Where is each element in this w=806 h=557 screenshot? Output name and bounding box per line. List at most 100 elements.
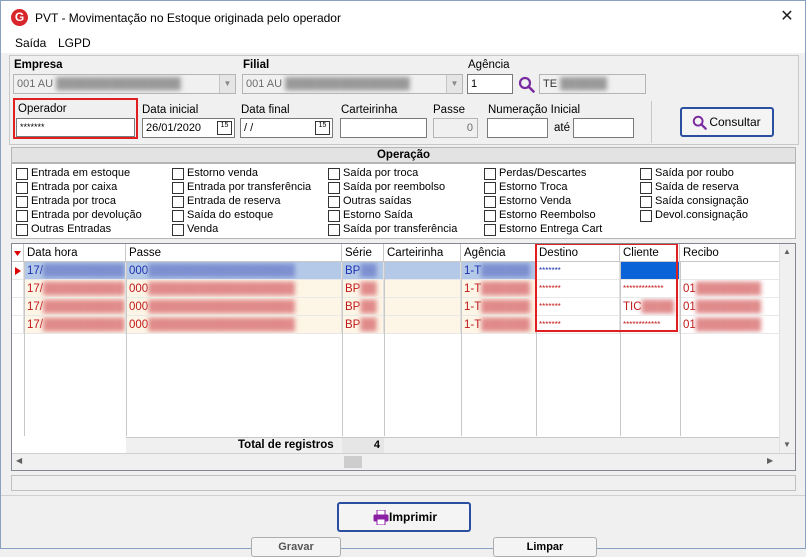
- numeracao-final-input[interactable]: [573, 118, 634, 138]
- cell-passe[interactable]: 000██████████████████: [126, 316, 342, 334]
- cell-serie[interactable]: BP██: [342, 262, 384, 280]
- gravar-button[interactable]: Gravar: [251, 537, 341, 557]
- checkbox-operacao[interactable]: Venda: [172, 223, 218, 237]
- checkbox-operacao[interactable]: Entrada por troca: [16, 195, 116, 209]
- current-row-icon: [15, 267, 21, 275]
- cell-serie[interactable]: BP██: [342, 280, 384, 298]
- data-hora-value: 17/: [27, 283, 43, 295]
- cell-data-hora[interactable]: 17/██████████: [24, 316, 126, 334]
- cell-serie[interactable]: BP██: [342, 316, 384, 334]
- cell-serie[interactable]: BP██: [342, 298, 384, 316]
- checkbox-operacao[interactable]: Saída por roubo: [640, 167, 734, 181]
- horizontal-scrollbar[interactable]: ◀ ▶: [12, 453, 795, 470]
- checkbox-operacao[interactable]: Saída do estoque: [172, 209, 273, 223]
- col-recibo[interactable]: Recibo: [680, 244, 781, 262]
- agencia-input[interactable]: 1: [467, 74, 513, 94]
- window-title: PVT - Movimentação no Estoque originada …: [35, 11, 341, 25]
- checkbox-operacao[interactable]: Estorno Entrega Cart: [484, 223, 602, 237]
- cell-recibo[interactable]: [680, 262, 781, 280]
- checkbox-operacao[interactable]: Saída por transferência: [328, 223, 457, 237]
- checkbox-operacao[interactable]: Estorno venda: [172, 167, 258, 181]
- cell-agencia[interactable]: 1-T██████: [461, 262, 536, 280]
- passe-value: 000: [129, 265, 149, 277]
- checkbox-operacao[interactable]: Devol.consignação: [640, 209, 748, 223]
- scroll-left-icon[interactable]: ◀: [16, 456, 22, 465]
- status-bar: [11, 475, 796, 491]
- cell-agencia[interactable]: 1-T██████: [461, 298, 536, 316]
- menu-lgpd[interactable]: LGPD: [58, 36, 91, 50]
- menu-bar: Saída LGPD: [1, 33, 805, 53]
- empresa-combo[interactable]: 001 AU ████████████████ ▼: [13, 74, 236, 94]
- serie-value: BP: [345, 265, 361, 277]
- col-passe[interactable]: Passe: [126, 244, 342, 262]
- recibo-value: 01: [683, 301, 696, 313]
- col-carteirinha[interactable]: Carteirinha: [384, 244, 461, 262]
- scroll-up-icon[interactable]: ▲: [783, 247, 791, 256]
- filial-combo[interactable]: 001 AU ████████████████ ▼: [242, 74, 463, 94]
- cell-carteirinha[interactable]: [384, 262, 461, 280]
- scroll-down-icon[interactable]: ▼: [783, 440, 791, 449]
- checkbox-operacao[interactable]: Outras Entradas: [16, 223, 111, 237]
- checkbox-operacao[interactable]: Outras saídas: [328, 195, 411, 209]
- menu-saida[interactable]: Saída: [15, 36, 46, 50]
- checkbox-operacao[interactable]: Estorno Troca: [484, 181, 567, 195]
- checkbox-operacao[interactable]: Entrada por transferência: [172, 181, 311, 195]
- cell-agencia[interactable]: 1-T██████: [461, 316, 536, 334]
- data-final-input[interactable]: / / 15: [240, 118, 333, 138]
- cell-passe[interactable]: 000██████████████████: [126, 262, 342, 280]
- numeracao-inicial-input[interactable]: [487, 118, 548, 138]
- cell-agencia[interactable]: 1-T██████: [461, 280, 536, 298]
- close-button[interactable]: ✕: [777, 7, 797, 27]
- data-inicial-input[interactable]: 26/01/2020 15: [142, 118, 235, 138]
- checkbox-operacao[interactable]: Saída por reembolso: [328, 181, 445, 195]
- chevron-down-icon[interactable]: ▼: [219, 75, 235, 93]
- imprimir-button[interactable]: Imprimir: [337, 502, 471, 532]
- cell-data-hora[interactable]: 17/██████████: [24, 280, 126, 298]
- chevron-down-icon[interactable]: ▼: [446, 75, 462, 93]
- cell-recibo[interactable]: 01████████: [680, 316, 781, 334]
- row-indicator: [12, 316, 24, 334]
- passe-input[interactable]: 0: [433, 118, 478, 138]
- cell-data-hora[interactable]: 17/██████████: [24, 262, 126, 280]
- cell-carteirinha[interactable]: [384, 298, 461, 316]
- data-final-value: / /: [244, 122, 254, 134]
- carteirinha-input[interactable]: [340, 118, 427, 138]
- checkbox-operacao[interactable]: Saída de reserva: [640, 181, 739, 195]
- checkbox-operacao[interactable]: Entrada em estoque: [16, 167, 130, 181]
- checkbox-operacao[interactable]: Estorno Reembolso: [484, 209, 596, 223]
- checkbox-operacao[interactable]: Saída por troca: [328, 167, 418, 181]
- scroll-right-icon[interactable]: ▶: [767, 456, 773, 465]
- col-data-hora[interactable]: Data hora: [24, 244, 126, 262]
- checkbox-operacao[interactable]: Perdas/Descartes: [484, 167, 586, 181]
- col-serie[interactable]: Série: [342, 244, 384, 262]
- data-final-label: Data final: [241, 104, 290, 116]
- destino-cliente-highlight: [535, 244, 678, 332]
- checkbox-operacao[interactable]: Estorno Venda: [484, 195, 571, 209]
- calendar-icon[interactable]: 15: [217, 121, 232, 135]
- serie-value: BP: [345, 301, 361, 313]
- window: G PVT - Movimentação no Estoque originad…: [0, 0, 806, 557]
- search-icon[interactable]: [518, 76, 535, 93]
- calendar-icon[interactable]: 15: [315, 121, 330, 135]
- cell-carteirinha[interactable]: [384, 280, 461, 298]
- checkbox-operacao[interactable]: Saída consignação: [640, 195, 749, 209]
- passe-label: Passe: [433, 104, 465, 116]
- cell-passe[interactable]: 000██████████████████: [126, 280, 342, 298]
- vertical-scrollbar[interactable]: ▲ ▼: [779, 244, 795, 454]
- cell-passe[interactable]: 000██████████████████: [126, 298, 342, 316]
- checkbox-operacao[interactable]: Entrada por caixa: [16, 181, 117, 195]
- numeracao-label: Numeração Inicial: [488, 104, 581, 116]
- checkbox-operacao[interactable]: Estorno Saída: [328, 209, 413, 223]
- checkbox-operacao[interactable]: Entrada de reserva: [172, 195, 281, 209]
- movements-grid[interactable]: Data hora Passe Série Carteirinha Agênci…: [11, 243, 796, 471]
- cell-data-hora[interactable]: 17/██████████: [24, 298, 126, 316]
- scroll-thumb[interactable]: [344, 456, 362, 468]
- cell-recibo[interactable]: 01████████: [680, 298, 781, 316]
- cell-recibo[interactable]: 01████████: [680, 280, 781, 298]
- consultar-button[interactable]: Consultar: [680, 107, 774, 137]
- limpar-button[interactable]: Limpar: [493, 537, 597, 557]
- checkbox-operacao[interactable]: Entrada por devolução: [16, 209, 142, 223]
- col-agencia[interactable]: Agência: [461, 244, 536, 262]
- cell-carteirinha[interactable]: [384, 316, 461, 334]
- serie-value: BP: [345, 319, 361, 331]
